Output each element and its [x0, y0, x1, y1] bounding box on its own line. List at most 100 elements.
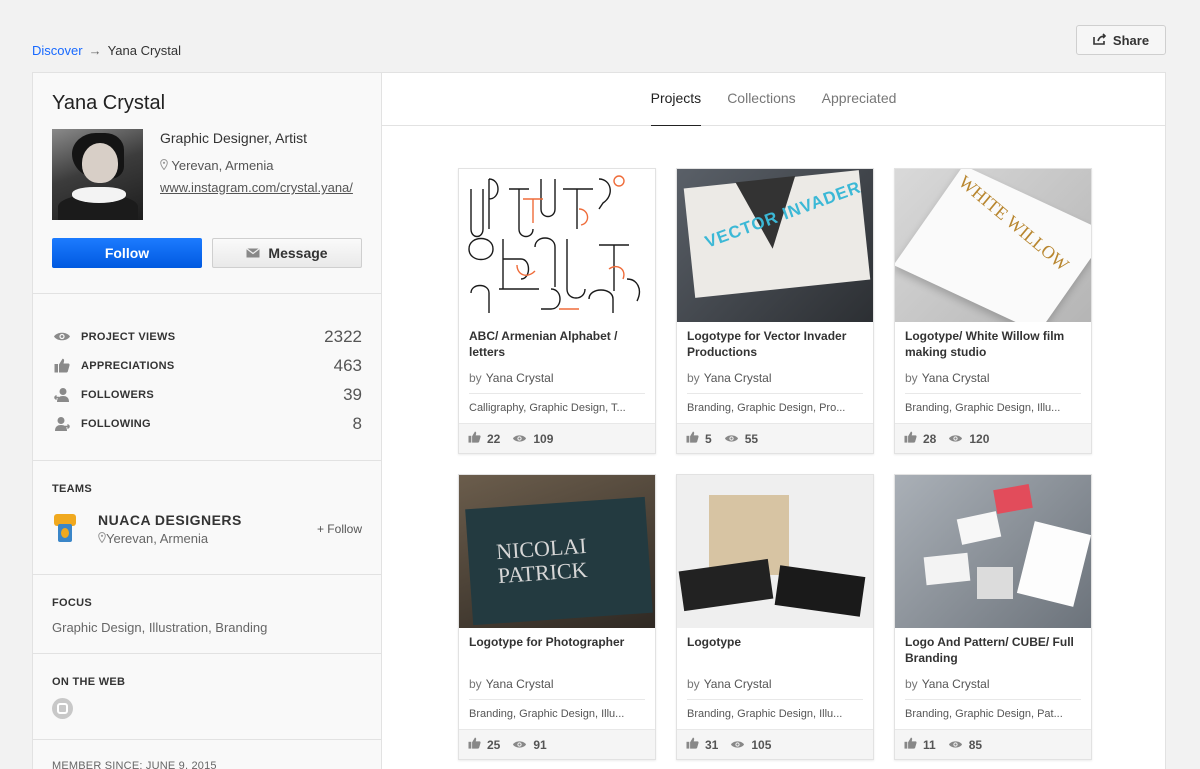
project-likes: 28: [923, 431, 937, 446]
focus-section: FOCUS Graphic Design, Illustration, Bran…: [33, 575, 381, 654]
profile-website-link[interactable]: www.instagram.com/crystal.yana/: [160, 180, 353, 195]
profile-location-text: Yerevan, Armenia: [171, 158, 274, 173]
thumbs-up-icon: [468, 737, 481, 752]
follow-button[interactable]: Follow: [52, 238, 202, 268]
stat-value: 463: [333, 355, 362, 375]
project-card[interactable]: NICOLAI PATRICK Logotype for Photographer…: [458, 474, 656, 760]
profile-title: Graphic Designer, Artist: [160, 130, 308, 146]
project-card[interactable]: Logotype by Yana Crystal Branding, Graphi…: [676, 474, 874, 760]
tab-appreciated[interactable]: Appreciated: [822, 73, 897, 126]
breadcrumb-discover-link[interactable]: Discover: [32, 43, 83, 58]
project-likes: 22: [487, 431, 501, 446]
owner-link[interactable]: Yana Crystal: [922, 371, 990, 385]
eye-icon: [730, 738, 745, 752]
stat-appreciations: APPRECIATIONS 463: [52, 351, 362, 380]
message-label: Message: [268, 245, 328, 261]
owner-prefix: by: [469, 677, 482, 691]
project-stats: 28 120: [895, 423, 1091, 453]
team-name[interactable]: NUACA DESIGNERS: [98, 512, 317, 528]
project-card[interactable]: VECTOR INVADER Logotype for Vector Invad…: [676, 168, 874, 454]
message-button[interactable]: Message: [212, 238, 362, 268]
team-location-text: Yerevan, Armenia: [106, 531, 209, 546]
team-logo-icon[interactable]: [52, 512, 79, 546]
owner-link[interactable]: Yana Crystal: [704, 677, 772, 691]
stat-value: 39: [343, 384, 362, 404]
project-views: 85: [968, 737, 983, 752]
project-likes: 11: [923, 737, 936, 752]
project-fields: Branding, Graphic Design, Pro...: [687, 393, 863, 414]
project-title[interactable]: Logotype: [677, 628, 873, 674]
thumbnail-text: NICOLAI PATRICK: [495, 533, 589, 588]
project-owner: by Yana Crystal: [459, 674, 655, 691]
project-owner: by Yana Crystal: [459, 368, 655, 385]
project-thumbnail[interactable]: NICOLAI PATRICK: [459, 475, 655, 628]
project-views: 105: [751, 737, 772, 752]
project-card[interactable]: Logo And Pattern/ CUBE/ Full Branding by…: [894, 474, 1092, 760]
project-fields: Calligraphy, Graphic Design, T...: [469, 393, 645, 414]
project-thumbnail[interactable]: WHITE WILLOW: [895, 169, 1091, 322]
location-pin-icon: [160, 158, 171, 173]
tab-collections[interactable]: Collections: [727, 73, 795, 126]
project-thumbnail[interactable]: [459, 169, 655, 322]
stat-value: 2322: [324, 326, 362, 346]
project-likes: 5: [705, 431, 712, 446]
following-icon: [52, 416, 72, 432]
project-title[interactable]: ABC/ Armenian Alphabet / letters: [459, 322, 655, 368]
eye-icon: [512, 432, 527, 446]
project-views: 55: [744, 431, 759, 446]
project-fields: Branding, Graphic Design, Illu...: [687, 699, 863, 720]
project-stats: 11 85: [895, 729, 1091, 759]
thumbs-up-icon: [686, 737, 699, 752]
thumbs-up-icon: [686, 431, 699, 446]
stats-section: PROJECT VIEWS 2322 APPRECIATIONS 463 FOL…: [33, 294, 381, 461]
thumbs-up-icon: [468, 431, 481, 446]
owner-link[interactable]: Yana Crystal: [704, 371, 772, 385]
tab-projects[interactable]: Projects: [650, 73, 702, 126]
followers-icon: [52, 387, 72, 403]
project-views: 91: [533, 737, 547, 752]
avatar[interactable]: [52, 129, 143, 220]
team-item: NUACA DESIGNERS Yerevan, Armenia + Follo…: [52, 512, 362, 546]
owner-prefix: by: [905, 677, 918, 691]
owner-prefix: by: [469, 371, 482, 385]
teams-section: TEAMS NUACA DESIGNERS Yerevan, Armenia +…: [33, 461, 381, 575]
project-owner: by Yana Crystal: [677, 674, 873, 691]
project-stats: 25 91: [459, 729, 655, 759]
project-title[interactable]: Logotype/ White Willow film making studi…: [895, 322, 1091, 368]
thumbs-up-icon: [904, 431, 917, 446]
project-likes: 31: [705, 737, 719, 752]
project-thumbnail[interactable]: [895, 475, 1091, 628]
project-title[interactable]: Logotype for Photographer: [459, 628, 655, 674]
eye-icon: [52, 329, 72, 345]
eye-icon: [948, 738, 963, 752]
project-owner: by Yana Crystal: [677, 368, 873, 385]
stat-project-views: PROJECT VIEWS 2322: [52, 322, 362, 351]
project-fields: Branding, Graphic Design, Illu...: [469, 699, 645, 720]
project-thumbnail[interactable]: VECTOR INVADER: [677, 169, 873, 322]
team-follow-button[interactable]: + Follow: [317, 522, 362, 536]
instagram-icon[interactable]: [52, 698, 73, 719]
share-button[interactable]: Share: [1076, 25, 1166, 55]
thumbs-up-icon: [52, 358, 72, 374]
project-title[interactable]: Logo And Pattern/ CUBE/ Full Branding: [895, 628, 1091, 674]
project-card[interactable]: ABC/ Armenian Alphabet / letters by Yana …: [458, 168, 656, 454]
owner-link[interactable]: Yana Crystal: [922, 677, 990, 691]
project-views: 120: [969, 431, 990, 446]
project-card[interactable]: WHITE WILLOW Logotype/ White Willow film…: [894, 168, 1092, 454]
envelope-icon: [246, 245, 261, 261]
stat-label: APPRECIATIONS: [81, 359, 175, 372]
eye-icon: [948, 432, 963, 446]
member-since: MEMBER SINCE: JUNE 9, 2015: [52, 760, 217, 769]
owner-link[interactable]: Yana Crystal: [486, 371, 554, 385]
project-title[interactable]: Logotype for Vector Invader Productions: [677, 322, 873, 368]
project-fields: Branding, Graphic Design, Pat...: [905, 699, 1081, 720]
project-owner: by Yana Crystal: [895, 368, 1091, 385]
focus-text: Graphic Design, Illustration, Branding: [52, 620, 268, 635]
owner-prefix: by: [687, 371, 700, 385]
stat-following: FOLLOWING 8: [52, 409, 362, 438]
profile-sidebar: Yana Crystal Graphic Designer, Artist Ye…: [32, 72, 382, 769]
project-thumbnail[interactable]: [677, 475, 873, 628]
owner-link[interactable]: Yana Crystal: [486, 677, 554, 691]
location-pin-icon: [98, 531, 106, 546]
share-icon: [1093, 32, 1107, 48]
